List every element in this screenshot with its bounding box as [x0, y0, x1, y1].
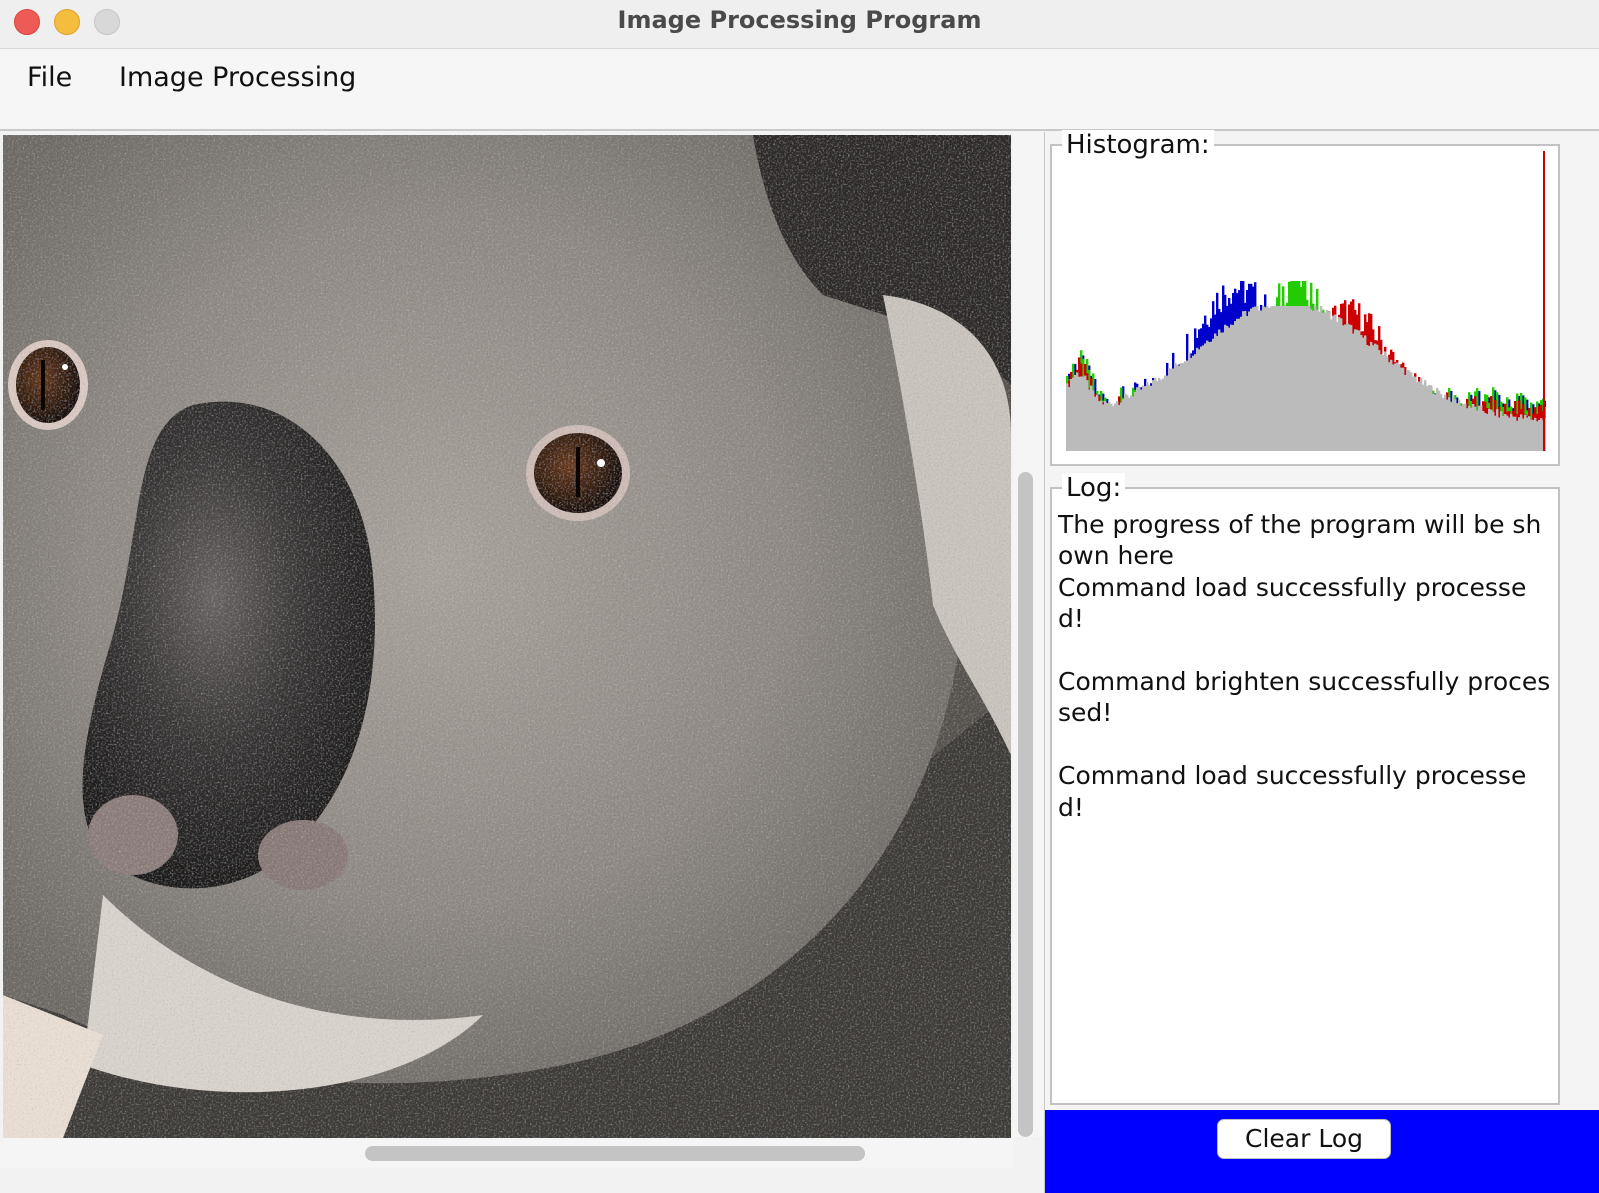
log-label: Log: — [1062, 473, 1126, 503]
log-text-area[interactable]: The progress of the program will be show… — [1058, 509, 1552, 823]
menu-image-processing[interactable]: Image Processing — [119, 62, 356, 93]
clear-log-button[interactable]: Clear Log — [1217, 1119, 1391, 1159]
app-window: Image Processing Program File Image Proc… — [0, 0, 1599, 1193]
log-panel: Log: The progress of the program will be… — [1050, 473, 1560, 1105]
image-viewport[interactable] — [0, 132, 1045, 1193]
menu-bar: File Image Processing — [0, 49, 1599, 131]
koala-image — [3, 135, 1011, 1138]
window-title: Image Processing Program — [617, 6, 982, 34]
horizontal-scrollbar-thumb[interactable] — [365, 1146, 865, 1161]
koala-photo — [3, 135, 1011, 1138]
histogram-red-spike — [1543, 151, 1545, 451]
title-bar: Image Processing Program — [0, 0, 1599, 49]
side-panel: Histogram: Log: The progress of the prog… — [1045, 130, 1599, 1193]
vertical-scrollbar-thumb[interactable] — [1018, 472, 1033, 1137]
menu-file[interactable]: File — [27, 62, 72, 93]
histogram-chart — [1066, 151, 1546, 451]
histogram-panel: Histogram: — [1050, 130, 1560, 466]
log-button-bar: Clear Log — [1045, 1110, 1599, 1193]
